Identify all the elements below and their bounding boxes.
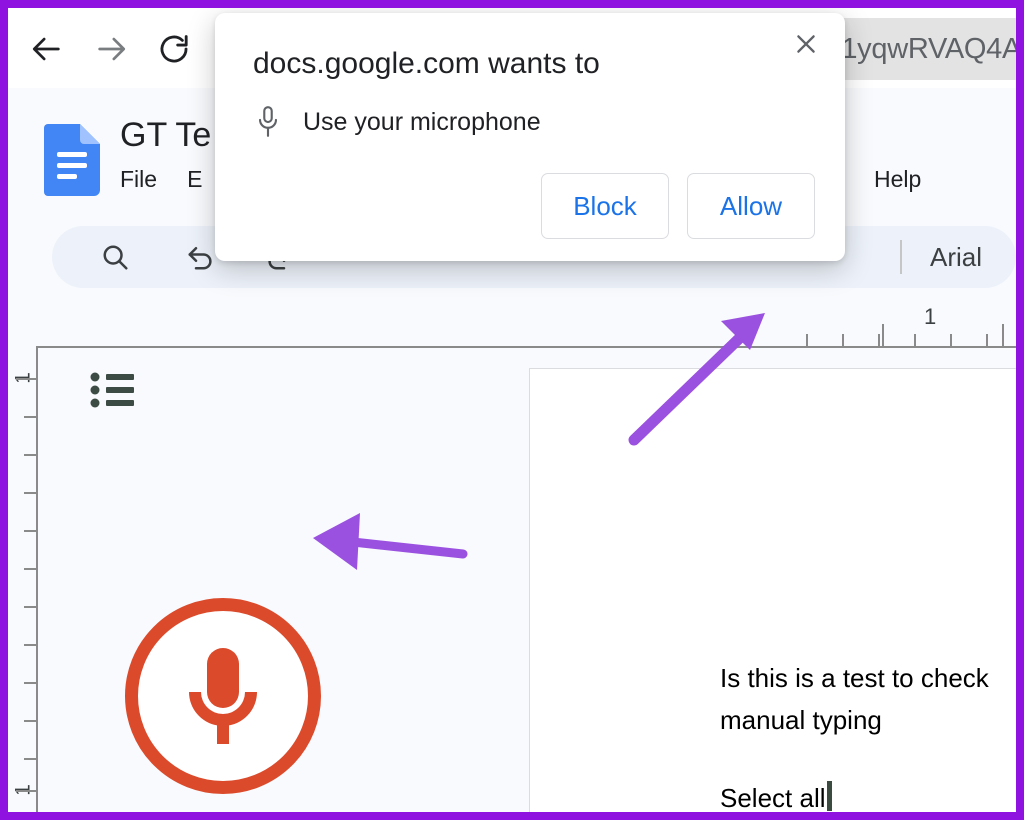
ruler-tick (24, 606, 36, 608)
close-icon[interactable] (787, 25, 825, 63)
browser-window: docs.google.com/document/d/1cIGr7gzYyB1y… (8, 8, 1016, 812)
ruler-tick (24, 758, 36, 760)
ruler-tick-major (16, 378, 36, 380)
font-family-selector[interactable]: Arial (930, 242, 982, 273)
ruler-tick (986, 334, 988, 346)
ruler-tick (914, 334, 916, 346)
ruler-tick (950, 334, 952, 346)
back-icon[interactable] (26, 28, 68, 70)
ruler-tick-major (882, 324, 884, 346)
voice-typing-panel (38, 350, 523, 812)
ruler-tick (24, 530, 36, 532)
permission-dialog-actions: Block Allow (541, 173, 815, 239)
allow-button[interactable]: Allow (687, 173, 815, 239)
document-page[interactable]: Is this is a test to check manual typing… (529, 368, 1016, 812)
ruler-tick (24, 682, 36, 684)
document-paragraph-2[interactable]: Select all (720, 777, 832, 812)
menu-item-edit[interactable]: E (187, 166, 202, 193)
document-paragraph-2-text: Select all (720, 783, 826, 812)
ruler-tick-major (1002, 324, 1004, 346)
microphone-icon (189, 648, 257, 744)
forward-icon[interactable] (90, 28, 132, 70)
menu-item-file[interactable]: File (120, 166, 157, 193)
text-cursor (826, 781, 832, 811)
voice-typing-mic-button[interactable] (125, 598, 321, 794)
permission-request-row: Use your microphone (255, 105, 541, 139)
ruler-tick (24, 720, 36, 722)
ruler-tick (24, 492, 36, 494)
bulleted-list-icon[interactable] (90, 372, 136, 408)
vertical-ruler[interactable]: 1 1 (8, 348, 38, 812)
menu-item-help[interactable]: Help (874, 166, 921, 193)
permission-request-label: Use your microphone (303, 107, 541, 136)
ruler-tick (878, 334, 880, 346)
ruler-tick-major (16, 790, 36, 792)
google-docs-logo-icon[interactable] (44, 124, 100, 196)
horizontal-ruler[interactable]: 1 (36, 300, 1016, 348)
document-canvas: Is this is a test to check manual typing… (38, 350, 1016, 812)
toolbar-divider (900, 240, 902, 274)
ruler-tick (24, 454, 36, 456)
ruler-label-1: 1 (924, 304, 937, 329)
block-button[interactable]: Block (541, 173, 669, 239)
permission-dialog-heading: docs.google.com wants to (253, 47, 600, 80)
microphone-icon (258, 106, 278, 137)
ruler-tick (24, 416, 36, 418)
document-paragraph-1[interactable]: Is this is a test to check manual typing (720, 657, 1016, 741)
ruler-tick (24, 644, 36, 646)
docs-menu-bar: File E (120, 166, 202, 193)
microphone-permission-dialog: docs.google.com wants to Use your microp… (215, 13, 845, 261)
document-title[interactable]: GT Te (120, 116, 211, 155)
search-icon[interactable] (96, 238, 134, 276)
ruler-tick (806, 334, 808, 346)
reload-icon[interactable] (153, 28, 195, 70)
ruler-tick (24, 568, 36, 570)
ruler-tick (842, 334, 844, 346)
